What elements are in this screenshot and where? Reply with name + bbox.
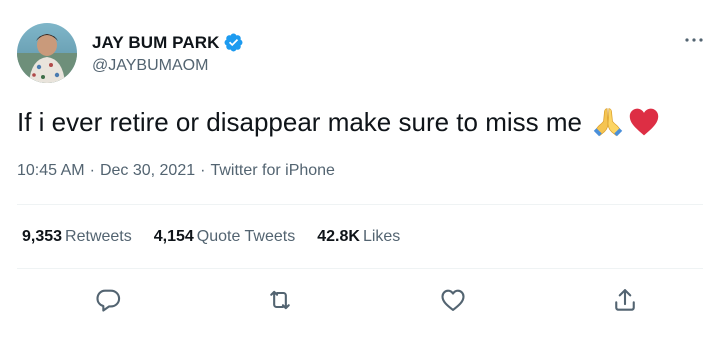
author-handle[interactable]: @JAYBUMAOM	[92, 57, 208, 75]
quote-tweets-label: Quote Tweets	[196, 228, 296, 245]
tweet-text: If i ever retire or disappear make sure …	[17, 104, 660, 140]
tweet-card: JAY BUM PARK @JAYBUMAOM If i ever retire…	[0, 0, 720, 348]
tweet-date[interactable]: Dec 30, 2021	[100, 162, 195, 180]
reply-icon	[96, 289, 121, 312]
avatar[interactable]	[17, 23, 77, 83]
tweet-time[interactable]: 10:45 AM	[17, 162, 85, 180]
share-button[interactable]	[611, 286, 639, 314]
retweets-count: 9,353	[22, 228, 63, 245]
divider	[17, 268, 703, 269]
divider	[17, 204, 703, 205]
likes-label: Likes	[362, 228, 401, 245]
retweets-label: Retweets	[65, 228, 132, 245]
red-heart-icon	[628, 106, 660, 138]
share-icon	[615, 289, 635, 311]
quote-tweets-count: 4,154	[153, 228, 194, 245]
avatar-image	[17, 23, 77, 83]
tweet-meta: 10:45 AM · Dec 30, 2021 · Twitter for iP…	[17, 162, 335, 180]
author-name-row[interactable]: JAY BUM PARK	[92, 32, 244, 53]
tweet-actions	[0, 282, 720, 318]
retweet-button[interactable]	[266, 286, 294, 314]
meta-separator: ·	[200, 162, 206, 179]
retweet-icon	[270, 290, 290, 310]
likes-count: 42.8K	[317, 228, 360, 245]
more-options-icon[interactable]	[682, 28, 706, 52]
tweet-stats: 9,353 Retweets 4,154 Quote Tweets 42.8K Lik…	[22, 228, 400, 246]
like-button[interactable]	[439, 286, 467, 314]
author-display-name[interactable]: JAY BUM PARK	[92, 33, 219, 53]
tweet-source[interactable]: Twitter for iPhone	[210, 162, 335, 180]
retweets-stat[interactable]: 9,353 Retweets	[22, 228, 132, 246]
like-icon	[441, 289, 465, 311]
tweet-text-content: If i ever retire or disappear make sure …	[17, 107, 582, 137]
quote-tweets-stat[interactable]: 4,154 Quote Tweets	[154, 228, 295, 246]
meta-separator: ·	[89, 162, 95, 179]
verified-badge-icon	[223, 32, 244, 53]
reply-button[interactable]	[94, 286, 122, 314]
likes-stat[interactable]: 42.8K Likes	[317, 228, 400, 246]
folded-hands-icon	[592, 106, 624, 138]
